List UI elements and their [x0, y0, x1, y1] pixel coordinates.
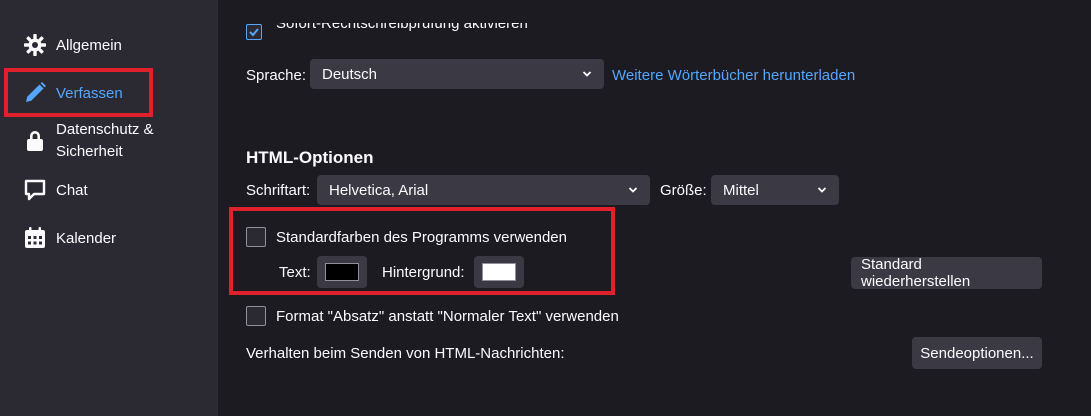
- restore-defaults-button[interactable]: Standard wiederherstellen: [851, 256, 1042, 290]
- check-icon: [249, 28, 259, 37]
- more-dictionaries-link[interactable]: Weitere Wörterbücher herunterladen: [612, 67, 855, 84]
- send-options-button-text: Sendeoptionen...: [920, 344, 1034, 362]
- sidebar-item-label: Datenschutz & Sicherheit: [56, 119, 154, 163]
- lock-icon: [22, 128, 48, 154]
- size-label: Größe:: [660, 182, 707, 199]
- size-select[interactable]: Mittel: [711, 175, 839, 205]
- sidebar-item-datenschutz[interactable]: Datenschutz & Sicherheit: [22, 119, 154, 163]
- font-label-text: Schriftart:: [246, 182, 311, 199]
- size-select-value: Mittel: [723, 181, 759, 199]
- label-line-2: Sicherheit: [56, 143, 123, 160]
- chevron-down-icon: [582, 71, 592, 77]
- paragraph-format-label-text: Format "Absatz" anstatt "Normaler Text" …: [276, 308, 619, 325]
- sidebar-item-label: Chat: [56, 181, 88, 199]
- sidebar-item-label: Kalender: [56, 229, 117, 247]
- chevron-down-icon: [817, 187, 827, 193]
- send-options-button[interactable]: Sendeoptionen...: [912, 337, 1042, 369]
- sidebar-item-label: Allgemein: [56, 36, 122, 54]
- highlight-box-colors: [229, 207, 615, 295]
- paragraph-format-checkbox[interactable]: [246, 306, 266, 326]
- spellcheck-checkbox[interactable]: [246, 24, 262, 40]
- gear-icon: [22, 32, 48, 58]
- spellcheck-label-text: Sofort-Rechtschreibprüfung aktivieren: [276, 23, 528, 32]
- language-select[interactable]: Deutsch: [310, 59, 604, 89]
- more-dictionaries-link-text: Weitere Wörterbücher herunterladen: [612, 67, 856, 84]
- highlight-box-sidebar: [4, 68, 153, 117]
- restore-defaults-button-text: Standard wiederherstellen: [861, 256, 971, 290]
- language-select-value: Deutsch: [322, 65, 378, 83]
- sidebar-item-chat[interactable]: Chat: [22, 177, 88, 203]
- font-select-value: Helvetica, Arial: [329, 181, 429, 199]
- main-panel: Sofort-Rechtschreibprüfung aktivieren Sp…: [218, 0, 1091, 416]
- chat-icon: [22, 177, 48, 203]
- label-line-1: Datenschutz &: [56, 121, 154, 138]
- size-label-text: Größe:: [660, 182, 707, 199]
- chevron-down-icon: [628, 187, 638, 193]
- language-label-text: Sprache:: [246, 67, 307, 84]
- scroll-clip: [218, 0, 1091, 22]
- spellcheck-label: Sofort-Rechtschreibprüfung aktivieren: [276, 23, 528, 33]
- sidebar: Allgemein Verfassen Datenschutz & Sicher…: [0, 0, 218, 416]
- language-label: Sprache:: [246, 67, 306, 84]
- sidebar-item-kalender[interactable]: Kalender: [22, 225, 116, 251]
- html-options-heading: HTML-Optionen: [246, 148, 373, 168]
- font-select[interactable]: Helvetica, Arial: [317, 175, 650, 205]
- send-behavior-label-text: Verhalten beim Senden von HTML-Nachricht…: [246, 345, 565, 362]
- paragraph-format-label: Format "Absatz" anstatt "Normaler Text" …: [276, 308, 619, 325]
- sidebar-item-allgemein[interactable]: Allgemein: [22, 32, 122, 58]
- send-behavior-label: Verhalten beim Senden von HTML-Nachricht…: [246, 345, 565, 362]
- html-options-heading-text: HTML-Optionen: [246, 148, 374, 167]
- calendar-icon: [22, 225, 48, 251]
- font-label: Schriftart:: [246, 182, 310, 199]
